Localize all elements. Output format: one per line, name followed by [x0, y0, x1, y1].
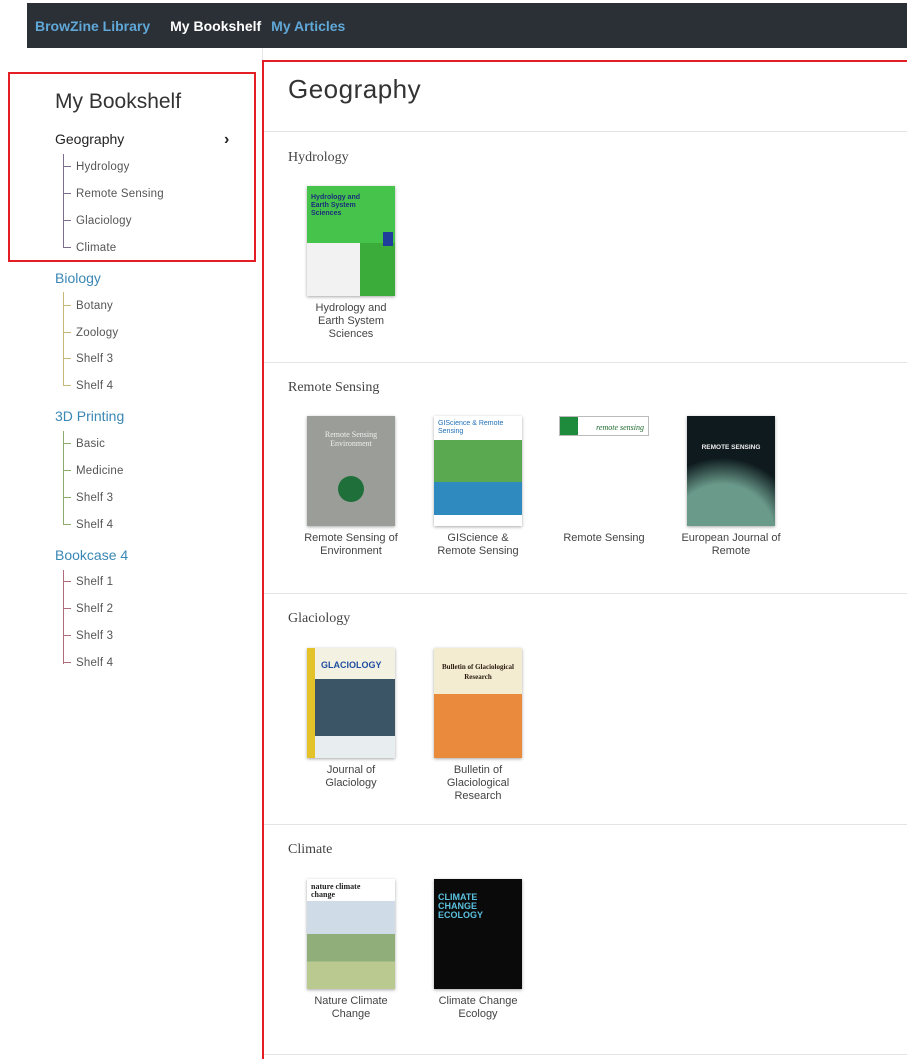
journal-title[interactable]: Hydrology and Earth System Sciences — [301, 302, 401, 341]
journal-cover[interactable]: Remote Sensing Environment — [307, 416, 395, 526]
bookcase-4[interactable]: Bookcase 4 — [55, 547, 128, 563]
journal-card[interactable]: Remote Sensing Environment Remote Sensin… — [301, 416, 401, 558]
sidebar-shelf-3[interactable]: Shelf 3 — [63, 630, 113, 642]
section-title-remote-sensing: Remote Sensing — [288, 380, 380, 395]
sidebar-shelf-2[interactable]: Shelf 2 — [63, 603, 113, 615]
journal-card[interactable]: CLIMATE CHANGE ECOLOGY Climate Change Ec… — [428, 879, 528, 1021]
journal-cover[interactable]: Bulletin of Glaciological Research — [434, 648, 522, 758]
journal-card[interactable]: Bulletin of Glaciological Research Bulle… — [428, 648, 528, 803]
chevron-right-icon[interactable]: › — [224, 131, 229, 149]
journal-card[interactable]: Hydrology and Earth System Sciences Hydr… — [301, 186, 401, 341]
journal-title[interactable]: Climate Change Ecology — [428, 995, 528, 1021]
sidebar-shelf-glaciology[interactable]: Glaciology — [63, 215, 132, 227]
journal-title[interactable]: Remote Sensing of Environment — [301, 532, 401, 558]
sidebar-shelf-4[interactable]: Shelf 4 — [63, 657, 113, 669]
journal-card[interactable]: nature climate change Nature Climate Cha… — [301, 879, 401, 1021]
journal-title[interactable]: Journal of Glaciology — [301, 764, 401, 790]
sidebar-shelf-basic[interactable]: Basic — [63, 438, 105, 450]
journal-title[interactable]: Nature Climate Change — [301, 995, 401, 1021]
section-divider — [264, 824, 907, 825]
sidebar-shelf-4[interactable]: Shelf 4 — [63, 380, 113, 392]
journal-title[interactable]: Bulletin of Glaciological Research — [428, 764, 528, 803]
section-title-hydrology: Hydrology — [288, 150, 349, 165]
journal-cover[interactable]: REMOTE SENSING — [687, 416, 775, 526]
sidebar-shelf-3[interactable]: Shelf 3 — [63, 353, 113, 365]
cover-mark — [383, 232, 393, 246]
nav-my-articles[interactable]: My Articles — [271, 18, 345, 34]
section-divider — [264, 593, 907, 594]
section-divider — [264, 131, 907, 132]
sidebar-shelf-4[interactable]: Shelf 4 — [63, 519, 113, 531]
section-title-glaciology: Glaciology — [288, 611, 351, 626]
cover-mark — [338, 476, 364, 502]
bookcase-geography[interactable]: Geography — [55, 131, 124, 147]
bookcase-biology[interactable]: Biology — [55, 270, 101, 286]
sidebar-shelf-botany[interactable]: Botany — [63, 300, 113, 312]
journal-card[interactable]: REMOTE SENSING European Journal of Remot… — [681, 416, 781, 558]
sidebar-shelf-climate[interactable]: Climate — [63, 242, 116, 254]
journal-cover[interactable]: GLACIOLOGY — [307, 648, 395, 758]
top-nav: BrowZine Library My Bookshelf My Article… — [27, 3, 907, 48]
cover-mark — [560, 417, 578, 435]
sidebar-shelf-3[interactable]: Shelf 3 — [63, 492, 113, 504]
section-title-climate: Climate — [288, 842, 333, 857]
journal-cover[interactable]: Hydrology and Earth System Sciences — [307, 186, 395, 296]
journal-cover[interactable]: remote sensing — [559, 416, 649, 436]
journal-card[interactable]: GLACIOLOGY Journal of Glaciology — [301, 648, 401, 790]
sidebar-shelf-medicine[interactable]: Medicine — [63, 465, 124, 477]
cover-mark — [307, 648, 315, 758]
journal-cover[interactable]: CLIMATE CHANGE ECOLOGY — [434, 879, 522, 989]
sidebar-shelf-1[interactable]: Shelf 1 — [63, 576, 113, 588]
nav-my-bookshelf[interactable]: My Bookshelf — [170, 18, 261, 34]
sidebar-shelf-remote-sensing[interactable]: Remote Sensing — [63, 188, 164, 200]
journal-cover[interactable]: nature climate change — [307, 879, 395, 989]
sidebar-shelf-zoology[interactable]: Zoology — [63, 327, 118, 339]
sidebar-shelf-hydrology[interactable]: Hydrology — [63, 161, 130, 173]
journal-title[interactable]: GIScience & Remote Sensing — [428, 532, 528, 558]
journal-cover[interactable]: GIScience & Remote Sensing — [434, 416, 522, 526]
journal-title[interactable]: Remote Sensing — [554, 532, 654, 545]
bookcase-3d-printing[interactable]: 3D Printing — [55, 408, 124, 424]
page-title: Geography — [288, 74, 422, 104]
sidebar-title: My Bookshelf — [55, 90, 182, 113]
nav-browzine-library[interactable]: BrowZine Library — [35, 18, 150, 34]
journal-card[interactable]: GIScience & Remote Sensing GIScience & R… — [428, 416, 528, 558]
section-divider — [264, 362, 907, 363]
section-divider — [264, 1054, 907, 1055]
journal-title[interactable]: European Journal of Remote — [681, 532, 781, 558]
journal-card[interactable]: remote sensing Remote Sensing — [554, 416, 654, 545]
